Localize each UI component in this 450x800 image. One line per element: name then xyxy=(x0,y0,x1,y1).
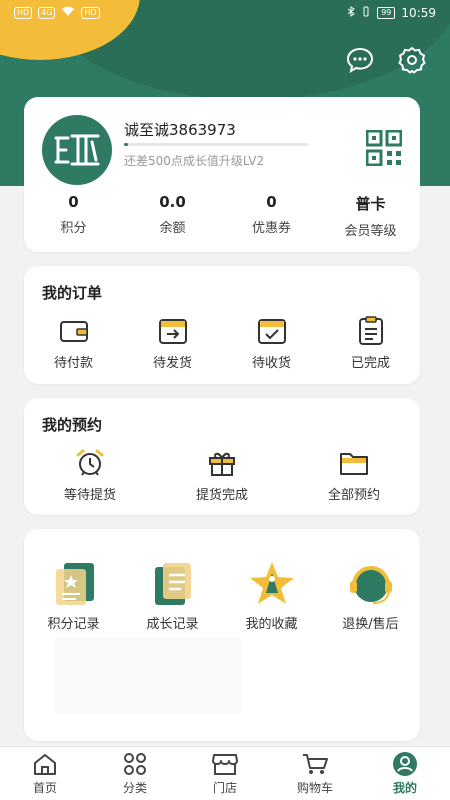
stat-points[interactable]: 0 积分 xyxy=(24,193,123,239)
stat-balance[interactable]: 0.0 余额 xyxy=(123,193,222,239)
appointments-card: 我的预约 等待提货 提货完成 全部预约 xyxy=(24,398,420,515)
wifi-icon xyxy=(61,6,75,20)
profile-icon xyxy=(391,751,419,777)
battery-indicator: 99 xyxy=(377,7,396,19)
nav-home[interactable]: 首页 xyxy=(0,747,90,800)
order-pending-shipment[interactable]: 待发货 xyxy=(123,316,222,371)
stat-label: 优惠券 xyxy=(251,221,291,236)
growth-progress-fill xyxy=(124,143,128,146)
growth-progress-bar xyxy=(124,143,308,146)
stat-value: 0.0 xyxy=(159,193,186,211)
gift-icon xyxy=(206,448,238,478)
stat-label: 会员等级 xyxy=(344,224,397,239)
appointments-row: 等待提货 提货完成 全部预约 xyxy=(24,448,420,503)
appt-pickup-done[interactable]: 提货完成 xyxy=(156,448,288,503)
order-label: 待发货 xyxy=(152,356,192,371)
profile-card: 诚至诚3863973 还差500点成长值升级LV2 0 积分 0.0 余额 0 xyxy=(24,97,420,252)
appt-label: 提货完成 xyxy=(195,488,248,503)
cart-icon xyxy=(301,751,329,777)
favorite-star-icon xyxy=(246,559,298,609)
nav-label: 首页 xyxy=(32,781,57,795)
header-actions xyxy=(344,44,428,76)
category-grid-icon xyxy=(121,751,149,777)
nav-label: 购物车 xyxy=(296,781,333,795)
tool-growth-record[interactable]: 成长记录 xyxy=(123,559,222,632)
appt-all[interactable]: 全部预约 xyxy=(288,448,420,503)
orders-title: 我的订单 xyxy=(42,284,103,302)
tool-returns-after-sales[interactable]: 退换/售后 xyxy=(321,559,420,632)
home-icon xyxy=(31,751,59,777)
settings-icon[interactable] xyxy=(396,44,428,76)
tool-label: 积分记录 xyxy=(47,617,100,632)
order-label: 待收货 xyxy=(251,356,291,371)
appt-label: 等待提货 xyxy=(63,488,116,503)
appointments-title: 我的预约 xyxy=(42,416,103,434)
tool-label: 成长记录 xyxy=(146,617,199,632)
hd-badge: HD xyxy=(14,7,33,19)
tools-card: 积分记录 成长记录 我的收藏 退换/售后 xyxy=(24,529,420,741)
stat-value: 0 xyxy=(266,193,277,211)
stat-value: 普卡 xyxy=(355,195,386,213)
stats-row: 0 积分 0.0 余额 0 优惠券 普卡 会员等级 xyxy=(24,193,420,239)
status-right: 99 10:59 xyxy=(347,6,436,20)
bluetooth-icon xyxy=(347,6,356,20)
appt-label: 全部预约 xyxy=(327,488,380,503)
appt-waiting-pickup[interactable]: 等待提货 xyxy=(24,448,156,503)
order-pending-receipt[interactable]: 待收货 xyxy=(222,316,321,371)
username: 诚至诚3863973 xyxy=(124,121,236,139)
stat-value: 0 xyxy=(68,193,79,211)
tools-row: 积分记录 成长记录 我的收藏 退换/售后 xyxy=(24,559,420,632)
empty-placeholder xyxy=(54,637,242,713)
stat-coupons[interactable]: 0 优惠券 xyxy=(222,193,321,239)
tool-label: 我的收藏 xyxy=(245,617,298,632)
folder-icon xyxy=(338,448,370,478)
growth-record-icon xyxy=(147,559,199,609)
orders-card: 我的订单 待付款 待发货 待收货 已完成 xyxy=(24,266,420,384)
stat-label: 余额 xyxy=(159,221,186,236)
tool-my-favorites[interactable]: 我的收藏 xyxy=(222,559,321,632)
order-pending-payment[interactable]: 待付款 xyxy=(24,316,123,371)
order-completed[interactable]: 已完成 xyxy=(321,316,420,371)
order-label: 待付款 xyxy=(53,356,93,371)
ship-box-icon xyxy=(157,316,189,346)
orders-row: 待付款 待发货 待收货 已完成 xyxy=(24,316,420,371)
bottom-nav: 首页 分类 门店 购物车 我的 xyxy=(0,746,450,800)
nav-profile[interactable]: 我的 xyxy=(360,747,450,800)
clock: 10:59 xyxy=(401,6,436,20)
level-hint: 还差500点成长值升级LV2 xyxy=(124,154,265,168)
vibrate-icon xyxy=(361,6,371,20)
message-icon[interactable] xyxy=(344,44,376,76)
customer-service-icon xyxy=(345,559,397,609)
nav-category[interactable]: 分类 xyxy=(90,747,180,800)
network-badge: 4G xyxy=(38,7,56,19)
qr-code-icon[interactable] xyxy=(365,129,403,167)
stat-member-level[interactable]: 普卡 会员等级 xyxy=(321,193,420,239)
avatar[interactable] xyxy=(42,115,112,185)
nav-cart[interactable]: 购物车 xyxy=(270,747,360,800)
status-left: HD 4G HD xyxy=(14,6,100,20)
status-bar: HD 4G HD 99 10:59 xyxy=(0,0,450,26)
wallet-icon xyxy=(58,316,90,346)
brand-logo-icon xyxy=(54,134,100,166)
nav-label: 门店 xyxy=(212,781,237,795)
nav-store[interactable]: 门店 xyxy=(180,747,270,800)
points-record-icon xyxy=(48,559,100,609)
tool-points-record[interactable]: 积分记录 xyxy=(24,559,123,632)
stat-label: 积分 xyxy=(60,221,87,236)
nav-label: 我的 xyxy=(392,781,417,795)
tool-label: 退换/售后 xyxy=(342,617,399,632)
receive-box-icon xyxy=(256,316,288,346)
store-icon xyxy=(211,751,239,777)
alarm-clock-icon xyxy=(74,448,106,478)
hd-badge-2: HD xyxy=(81,7,100,19)
nav-label: 分类 xyxy=(122,781,147,795)
order-label: 已完成 xyxy=(350,356,390,371)
clipboard-icon xyxy=(355,316,387,346)
